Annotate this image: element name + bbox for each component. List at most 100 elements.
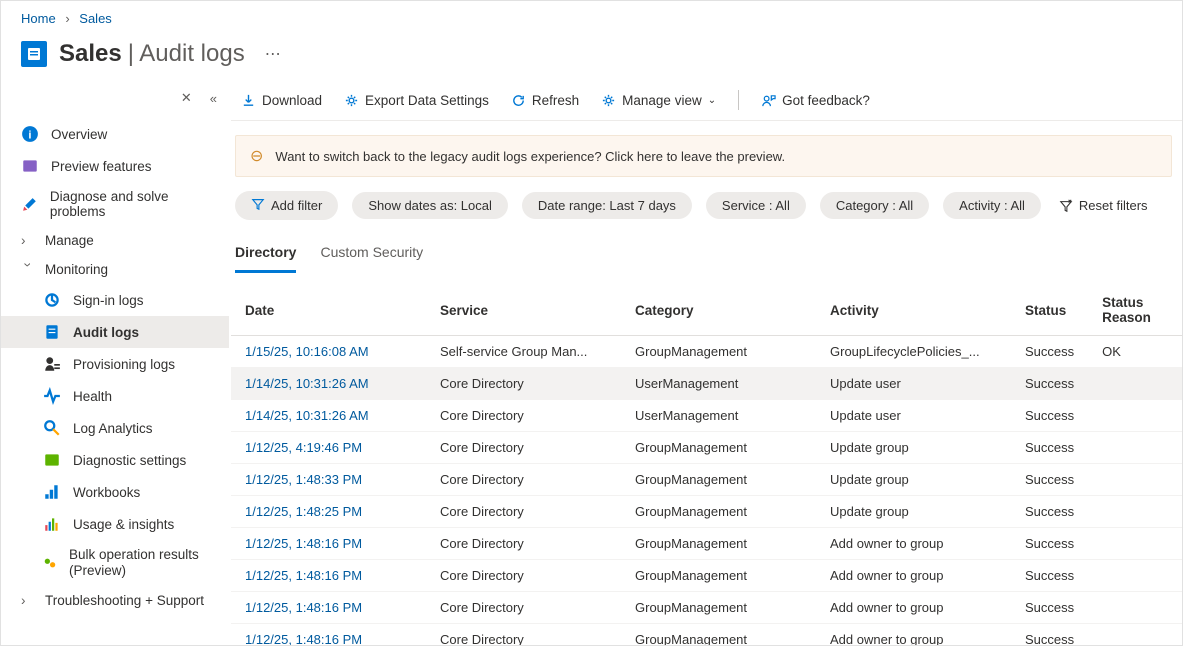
chevron-right-icon: › [21, 233, 35, 248]
toolbar-label: Got feedback? [782, 93, 870, 108]
cell-activity: Update user [816, 368, 1011, 400]
sidebar-label: Diagnose and solve problems [50, 189, 217, 219]
sidebar-label: Preview features [51, 159, 152, 174]
refresh-button[interactable]: Refresh [511, 93, 579, 108]
date-link[interactable]: 1/12/25, 4:19:46 PM [245, 440, 362, 455]
table-row[interactable]: 1/14/25, 10:31:26 AMCore DirectoryUserMa… [231, 400, 1182, 432]
cell-reason [1088, 400, 1182, 432]
tab-custom-security[interactable]: Custom Security [320, 238, 423, 273]
more-actions-button[interactable]: ⋯ [265, 44, 281, 64]
cell-status: Success [1011, 400, 1088, 432]
audit-icon [43, 323, 61, 341]
sidebar-item-bulk[interactable]: Bulk operation results (Preview) [1, 540, 229, 586]
cell-reason: OK [1088, 336, 1182, 368]
toolbar-label: Refresh [532, 93, 579, 108]
sidebar-label: Log Analytics [73, 421, 153, 436]
info-icon: i [21, 125, 39, 143]
reset-filters-button[interactable]: Reset filters [1059, 198, 1148, 213]
sidebar-item-usage[interactable]: Usage & insights [1, 508, 229, 540]
sidebar-item-signin[interactable]: Sign-in logs [1, 284, 229, 316]
tab-bar: Directory Custom Security [231, 234, 1182, 273]
table-row[interactable]: 1/14/25, 10:31:26 AMCore DirectoryUserMa… [231, 368, 1182, 400]
filter-activity[interactable]: Activity : All [943, 192, 1041, 219]
sidebar-label: Monitoring [45, 262, 108, 277]
provisioning-icon [43, 355, 61, 373]
col-status[interactable]: Status [1011, 285, 1088, 336]
cell-activity: Update group [816, 464, 1011, 496]
filter-category[interactable]: Category : All [820, 192, 929, 219]
filter-label: Add filter [271, 198, 322, 213]
date-link[interactable]: 1/12/25, 1:48:16 PM [245, 568, 362, 583]
date-link[interactable]: 1/12/25, 1:48:33 PM [245, 472, 362, 487]
table-row[interactable]: 1/12/25, 1:48:16 PMCore DirectoryGroupMa… [231, 528, 1182, 560]
cell-activity: GroupLifecyclePolicies_... [816, 336, 1011, 368]
date-link[interactable]: 1/12/25, 1:48:25 PM [245, 504, 362, 519]
manage-view-button[interactable]: Manage view ⌄ [601, 93, 716, 108]
date-link[interactable]: 1/12/25, 1:48:16 PM [245, 536, 362, 551]
diagnostic-icon [43, 451, 61, 469]
col-activity[interactable]: Activity [816, 285, 1011, 336]
cell-status: Success [1011, 624, 1088, 646]
cell-category: UserManagement [621, 368, 816, 400]
sidebar-item-log-analytics[interactable]: Log Analytics [1, 412, 229, 444]
filter-show-dates[interactable]: Show dates as: Local [352, 192, 508, 219]
sidebar-label: Provisioning logs [73, 357, 175, 372]
sidebar-item-diagnose[interactable]: Diagnose and solve problems [1, 182, 229, 226]
filter-service[interactable]: Service : All [706, 192, 806, 219]
sidebar-label: Troubleshooting + Support [45, 593, 204, 608]
sidebar-group-troubleshoot[interactable]: › Troubleshooting + Support [1, 586, 229, 615]
sidebar-group-manage[interactable]: › Manage [1, 226, 229, 255]
sidebar-item-health[interactable]: Health [1, 380, 229, 412]
filter-label: Category : All [836, 198, 913, 213]
download-button[interactable]: Download [241, 93, 322, 108]
table-row[interactable]: 1/12/25, 1:48:16 PMCore DirectoryGroupMa… [231, 592, 1182, 624]
cell-status: Success [1011, 336, 1088, 368]
table-row[interactable]: 1/12/25, 1:48:16 PMCore DirectoryGroupMa… [231, 560, 1182, 592]
sidebar-label: Sign-in logs [73, 293, 144, 308]
cell-category: UserManagement [621, 400, 816, 432]
col-category[interactable]: Category [621, 285, 816, 336]
breadcrumb: Home › Sales [1, 1, 1182, 30]
sidebar-item-overview[interactable]: i Overview [1, 118, 229, 150]
sidebar-item-preview[interactable]: Preview features [1, 150, 229, 182]
col-reason[interactable]: Status Reason [1088, 285, 1182, 336]
table-row[interactable]: 1/12/25, 1:48:16 PMCore DirectoryGroupMa… [231, 624, 1182, 646]
cell-reason [1088, 496, 1182, 528]
cell-service: Core Directory [426, 560, 621, 592]
sidebar-label: Audit logs [73, 325, 139, 340]
close-icon[interactable]: ✕ [181, 90, 192, 106]
cell-category: GroupManagement [621, 464, 816, 496]
col-date[interactable]: Date [231, 285, 426, 336]
date-link[interactable]: 1/15/25, 10:16:08 AM [245, 344, 369, 359]
cell-status: Success [1011, 560, 1088, 592]
sidebar-item-diagnostic[interactable]: Diagnostic settings [1, 444, 229, 476]
cell-category: GroupManagement [621, 592, 816, 624]
collapse-icon[interactable]: « [210, 91, 217, 106]
table-row[interactable]: 1/12/25, 4:19:46 PMCore DirectoryGroupMa… [231, 432, 1182, 464]
date-link[interactable]: 1/14/25, 10:31:26 AM [245, 376, 369, 391]
add-filter-button[interactable]: Add filter [235, 191, 338, 220]
legacy-notice[interactable]: ⊖ Want to switch back to the legacy audi… [235, 135, 1172, 177]
export-button[interactable]: Export Data Settings [344, 93, 489, 108]
breadcrumb-sales[interactable]: Sales [79, 11, 112, 26]
sidebar-label: Workbooks [73, 485, 140, 500]
breadcrumb-home[interactable]: Home [21, 11, 56, 26]
sidebar-item-provisioning[interactable]: Provisioning logs [1, 348, 229, 380]
date-link[interactable]: 1/14/25, 10:31:26 AM [245, 408, 369, 423]
date-link[interactable]: 1/12/25, 1:48:16 PM [245, 600, 362, 615]
table-row[interactable]: 1/15/25, 10:16:08 AMSelf-service Group M… [231, 336, 1182, 368]
table-row[interactable]: 1/12/25, 1:48:25 PMCore DirectoryGroupMa… [231, 496, 1182, 528]
sidebar-item-workbooks[interactable]: Workbooks [1, 476, 229, 508]
toolbar-label: Download [262, 93, 322, 108]
clear-filter-icon [1059, 199, 1073, 213]
sidebar-group-monitoring[interactable]: › Monitoring [1, 255, 229, 284]
sidebar-item-audit[interactable]: Audit logs [1, 316, 229, 348]
feedback-button[interactable]: Got feedback? [761, 93, 870, 108]
col-service[interactable]: Service [426, 285, 621, 336]
cell-status: Success [1011, 528, 1088, 560]
filter-label: Activity : All [959, 198, 1025, 213]
table-row[interactable]: 1/12/25, 1:48:33 PMCore DirectoryGroupMa… [231, 464, 1182, 496]
date-link[interactable]: 1/12/25, 1:48:16 PM [245, 632, 362, 645]
filter-date-range[interactable]: Date range: Last 7 days [522, 192, 692, 219]
tab-directory[interactable]: Directory [235, 238, 296, 273]
